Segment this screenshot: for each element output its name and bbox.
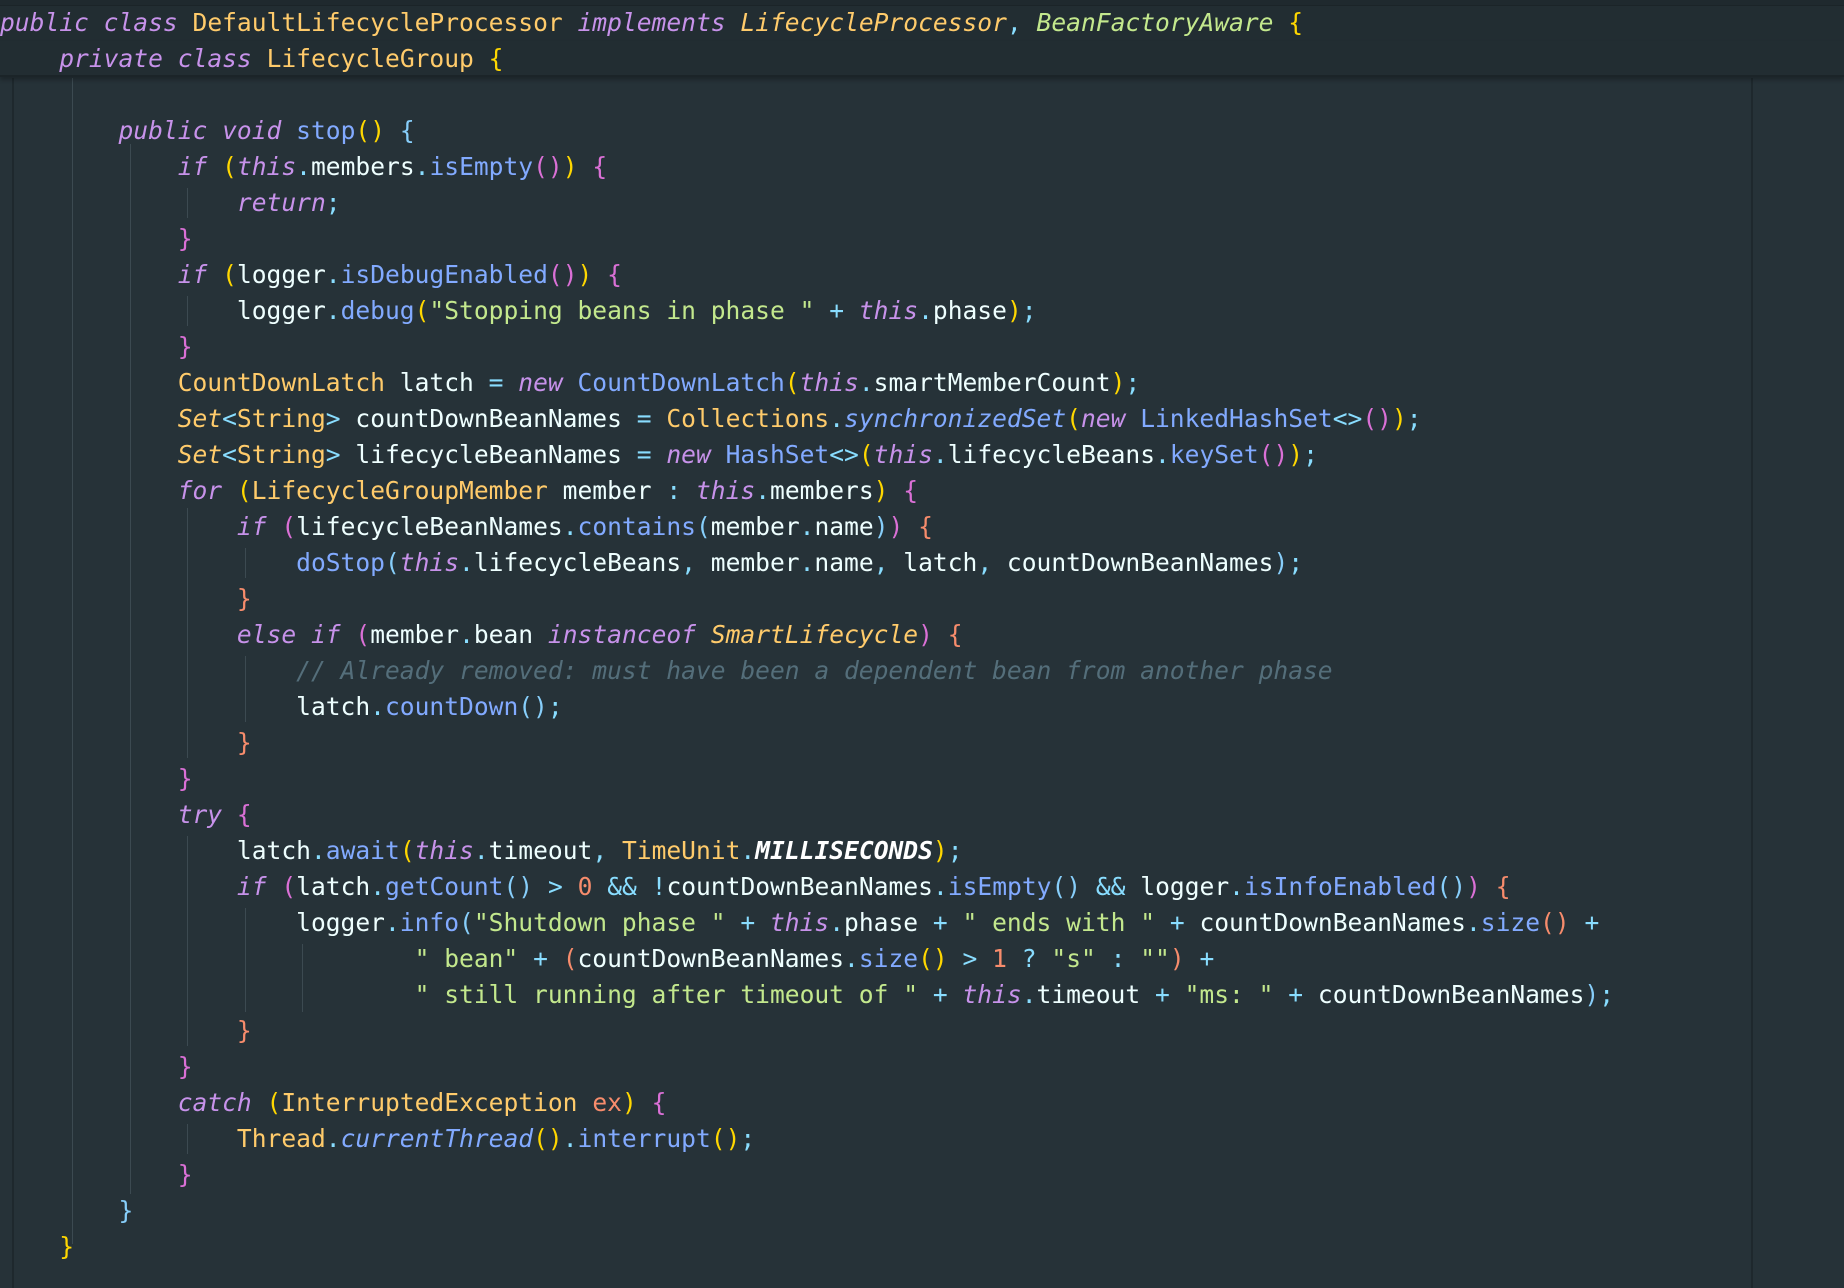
code-line[interactable]: if (logger.isDebugEnabled()) { xyxy=(0,257,622,293)
code-line[interactable]: doStop(this.lifecycleBeans, member.name,… xyxy=(0,545,1303,581)
code-line[interactable]: } xyxy=(0,1049,193,1085)
code-line[interactable]: Set<String> lifecycleBeanNames = new Has… xyxy=(0,437,1318,473)
code-line[interactable]: } xyxy=(0,1229,74,1265)
code-line[interactable]: } xyxy=(0,725,252,761)
code-line[interactable]: CountDownLatch latch = new CountDownLatc… xyxy=(0,365,1141,401)
code-line[interactable]: } xyxy=(0,1157,193,1193)
code-line[interactable]: logger.debug("Stopping beans in phase " … xyxy=(0,293,1037,329)
code-line[interactable]: latch.countDown(); xyxy=(0,689,563,725)
code-line[interactable]: logger.info("Shutdown phase " + this.pha… xyxy=(0,905,1599,941)
code-line[interactable]: return; xyxy=(0,185,341,221)
code-line[interactable]: } xyxy=(0,761,193,797)
code-line[interactable]: } xyxy=(0,329,193,365)
code-line[interactable]: catch (InterruptedException ex) { xyxy=(0,1085,667,1121)
code-line[interactable]: try { xyxy=(0,797,252,833)
code-line[interactable]: for (LifecycleGroupMember member : this.… xyxy=(0,473,918,509)
code-line[interactable]: } xyxy=(0,1193,133,1229)
code-line[interactable]: } xyxy=(0,581,252,617)
code-line[interactable]: else if (member.bean instanceof SmartLif… xyxy=(0,617,963,653)
right-margin-guide xyxy=(1751,78,1753,1288)
code-line[interactable]: Thread.currentThread().interrupt(); xyxy=(0,1121,755,1157)
code-line[interactable]: public void stop() { xyxy=(0,113,414,149)
code-comment-line[interactable]: // Already removed: must have been a dep… xyxy=(0,653,1332,689)
code-line[interactable]: " still running after timeout of " + thi… xyxy=(0,977,1614,1013)
code-line[interactable]: } xyxy=(0,1013,252,1049)
code-line-sticky-2[interactable]: private class LifecycleGroup { xyxy=(0,41,503,77)
code-line-sticky-1[interactable]: public class DefaultLifecycleProcessor i… xyxy=(0,5,1303,41)
code-line[interactable]: if (lifecycleBeanNames.contains(member.n… xyxy=(0,509,933,545)
code-line[interactable]: } xyxy=(0,221,193,257)
code-line[interactable]: if (latch.getCount() > 0 && !countDownBe… xyxy=(0,869,1511,905)
code-line[interactable]: " bean" + (countDownBeanNames.size() > 1… xyxy=(0,941,1215,977)
code-line[interactable]: if (this.members.isEmpty()) { xyxy=(0,149,607,185)
code-line[interactable]: Set<String> countDownBeanNames = Collect… xyxy=(0,401,1422,437)
code-editor[interactable]: public class DefaultLifecycleProcessor i… xyxy=(0,0,1844,1288)
code-line[interactable]: latch.await(this.timeout, TimeUnit.MILLI… xyxy=(0,833,963,869)
